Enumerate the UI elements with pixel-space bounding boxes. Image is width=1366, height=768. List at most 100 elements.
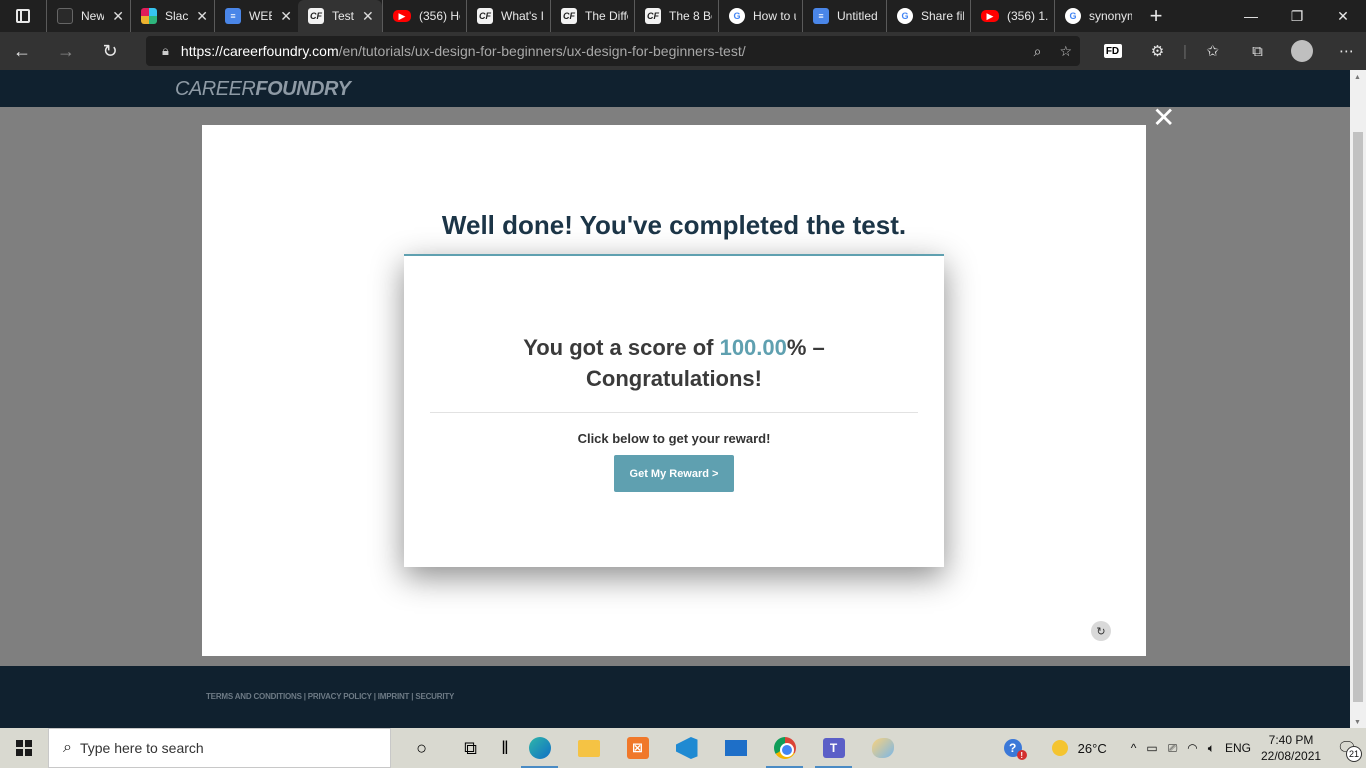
site-footer: TERMS AND CONDITIONS | PRIVACY POLICY | … <box>0 666 1350 728</box>
page-scrollbar[interactable]: ▲ ▼ <box>1350 70 1366 728</box>
add-favorite-icon[interactable]: ☆ <box>1059 43 1072 60</box>
volume-icon[interactable]: 🔈︎ <box>1203 741 1220 756</box>
tab-title: synonym <box>1089 9 1132 23</box>
xampp-icon[interactable]: ⊠ <box>613 728 662 768</box>
modal-close-button[interactable]: ✕ <box>1152 104 1175 132</box>
url-host: https://careerfoundry.com <box>180 43 339 59</box>
clock[interactable]: 7:40 PM 22/08/2021 <box>1256 732 1328 764</box>
cortana-icon[interactable]: ○ <box>397 728 446 768</box>
tab-2[interactable]: Slac ✕ <box>130 0 214 32</box>
scroll-down-icon[interactable]: ▼ <box>1354 719 1361 726</box>
more-menu-icon[interactable]: ⋯ <box>1324 42 1366 60</box>
windows-taskbar: ⌕ Type here to search ○ ⧉ ‖ ⊠ T ? 26°C ^… <box>0 728 1366 768</box>
google-icon: G <box>729 8 745 24</box>
tab-actions-button[interactable] <box>0 0 46 32</box>
youtube-icon: ▶ <box>981 10 999 22</box>
tab-7[interactable]: CF The Diffe <box>550 0 634 32</box>
tab-12[interactable]: ▶ (356) 1. A <box>970 0 1054 32</box>
search-icon: ⌕ <box>63 739 72 756</box>
browser-toolbar: FD ⚙ | ✩ ⧉ ⋯ <box>1090 32 1366 70</box>
profile-extension-button[interactable]: FD <box>1090 44 1135 58</box>
tab-6[interactable]: CF What's It <box>466 0 550 32</box>
search-placeholder: Type here to search <box>79 740 204 756</box>
close-window-button[interactable]: ✕ <box>1320 0 1366 32</box>
mail-icon[interactable] <box>711 728 760 768</box>
docs-icon: ≡ <box>225 8 241 24</box>
start-button[interactable] <box>0 728 48 768</box>
close-tab-icon[interactable]: ✕ <box>112 8 124 25</box>
tab-actions-icon <box>16 9 30 23</box>
tab-11[interactable]: G Share file <box>886 0 970 32</box>
scrollbar-thumb[interactable] <box>1353 132 1363 702</box>
close-tab-icon[interactable]: ✕ <box>280 8 292 25</box>
retake-icon[interactable]: ↻ <box>1091 621 1111 641</box>
clock-time: 7:40 PM <box>1268 733 1314 747</box>
youtube-icon: ▶ <box>393 10 411 22</box>
tab-title: New <box>81 9 105 23</box>
careerfoundry-icon: CF <box>477 8 493 24</box>
tab-3[interactable]: ≡ WEEKEN ✕ <box>214 0 298 32</box>
extensions-icon[interactable]: ⚙ <box>1135 42 1180 60</box>
taskbar-apps: ○ ⧉ ‖ ⊠ T <box>397 728 907 768</box>
careerfoundry-icon: CF <box>645 8 661 24</box>
minimize-button[interactable]: — <box>1228 0 1274 32</box>
careerfoundry-logo[interactable]: CAREERFOUNDRY <box>175 78 351 101</box>
restore-button[interactable]: ❐ <box>1274 0 1320 32</box>
zoom-icon[interactable]: ⌕ <box>1034 43 1042 60</box>
language-indicator[interactable]: ENG <box>1220 741 1256 755</box>
get-reward-button[interactable]: Get My Reward > <box>614 455 734 492</box>
vscode-icon[interactable] <box>662 728 711 768</box>
tab-9[interactable]: G How to u <box>718 0 802 32</box>
close-tab-icon[interactable]: ✕ <box>362 8 374 25</box>
task-view-icon[interactable]: ⧉ <box>446 728 495 768</box>
help-icon[interactable]: ? <box>999 739 1027 760</box>
tab-title: (356) 1. A <box>1007 9 1048 23</box>
favorites-icon[interactable]: ✩ <box>1190 42 1235 60</box>
lock-icon[interactable]: 🔒︎ <box>162 43 169 59</box>
paint-icon[interactable] <box>858 728 907 768</box>
show-hidden-icons[interactable]: ^ <box>1126 741 1142 755</box>
new-tab-button[interactable]: + <box>1138 0 1174 32</box>
profile-avatar[interactable] <box>1291 40 1313 62</box>
close-tab-icon[interactable]: ✕ <box>196 8 208 25</box>
result-modal: Well done! You've completed the test. Yo… <box>202 125 1146 656</box>
moon-icon <box>1051 740 1068 756</box>
reward-prompt: Click below to get your reward! <box>577 431 771 446</box>
collections-icon[interactable]: ⧉ <box>1235 43 1280 60</box>
file-explorer-icon[interactable] <box>564 728 613 768</box>
page-viewport: CAREERFOUNDRY Well done! You've complete… <box>0 70 1350 728</box>
back-button[interactable]: ← <box>0 32 44 70</box>
careerfoundry-icon: CF <box>561 8 577 24</box>
tab-title: WEEKEN <box>249 9 272 23</box>
notification-center-button[interactable]: 🗨︎ 21 <box>1328 728 1366 768</box>
tab-13[interactable]: Gsynonym <box>1054 0 1138 32</box>
chrome-icon[interactable] <box>760 728 809 768</box>
refresh-button[interactable]: ↻ <box>88 32 132 70</box>
forward-button[interactable]: → <box>44 32 88 70</box>
tab-4[interactable]: CF Test ✕ <box>298 0 382 32</box>
battery-icon[interactable]: ▭ <box>1141 741 1162 755</box>
teams-icon[interactable]: T <box>809 728 858 768</box>
address-bar[interactable]: 🔒︎ https://careerfoundry.com/en/tutorial… <box>146 36 1080 66</box>
edge-taskbar-icon[interactable] <box>515 728 564 768</box>
navigation-bar: ← → ↻ 🔒︎ https://careerfoundry.com/en/tu… <box>0 32 1366 70</box>
tab-8[interactable]: CF The 8 Be <box>634 0 718 32</box>
tab-5[interactable]: ▶ (356) Ho <box>382 0 466 32</box>
tab-1[interactable]: New ✕ <box>46 0 130 32</box>
tab-title: (356) Ho <box>419 9 460 23</box>
site-header: CAREERFOUNDRY <box>0 70 1350 107</box>
tab-title: Share file <box>921 9 964 23</box>
wifi-icon[interactable]: ◠ <box>1182 741 1202 755</box>
careerfoundry-icon: CF <box>308 8 324 24</box>
scroll-up-icon[interactable]: ▲ <box>1354 74 1361 81</box>
device-icon[interactable]: ⎚ <box>1163 741 1183 756</box>
weather-widget[interactable]: 26°C <box>1047 740 1126 756</box>
tab-title: The Diffe <box>585 9 628 23</box>
tab-10[interactable]: ≡ Untitled <box>802 0 886 32</box>
logo-text-light: CAREER <box>175 78 256 100</box>
google-icon: G <box>897 8 913 24</box>
score-suffix: % – <box>786 335 825 360</box>
taskbar-search[interactable]: ⌕ Type here to search <box>48 728 391 768</box>
windows-logo-icon <box>16 740 32 756</box>
footer-links[interactable]: TERMS AND CONDITIONS | PRIVACY POLICY | … <box>206 692 454 701</box>
